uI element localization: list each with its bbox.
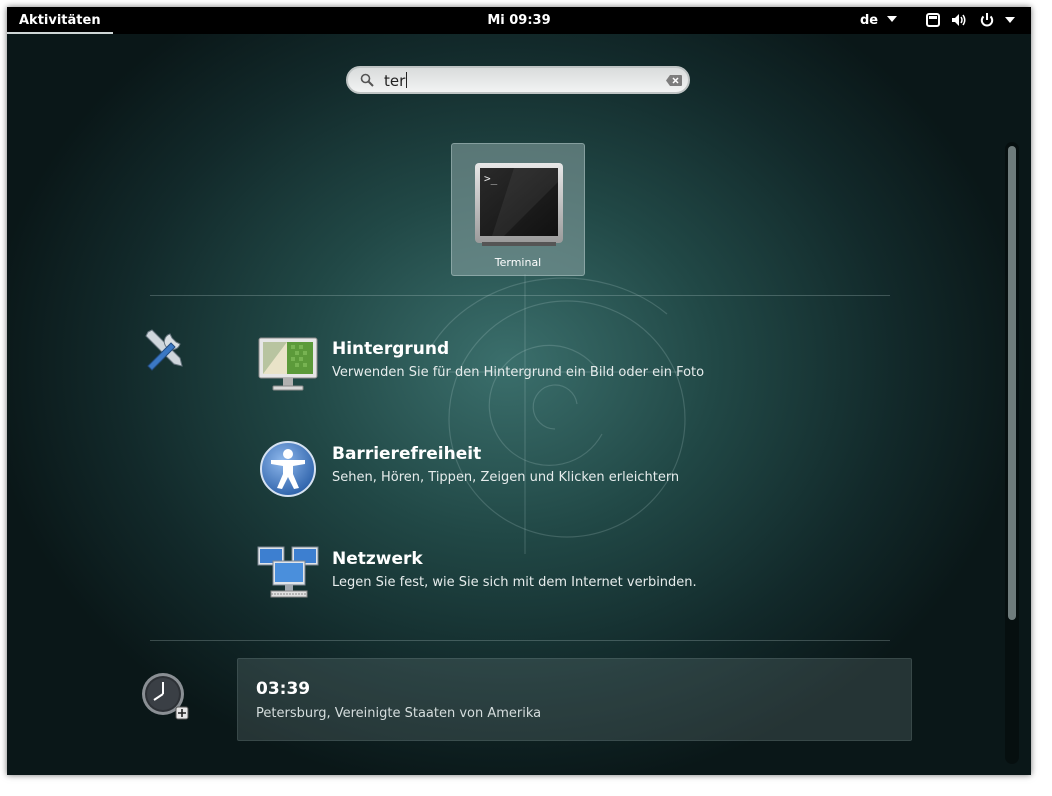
result-title: Hintergrund: [332, 339, 450, 359]
clock-label[interactable]: Mi 09:39: [487, 13, 550, 28]
wallpaper-swirl: [426, 274, 687, 554]
clock-result-place: Petersburg, Vereinigte Staaten von Ameri…: [256, 706, 542, 721]
svg-text:>_: >_: [484, 172, 498, 185]
search-icon: [360, 73, 374, 87]
volume-icon[interactable]: [951, 12, 967, 28]
settings-result-hintergrund[interactable]: Hintergrund Verwenden Sie für den Hinter…: [257, 329, 817, 399]
section-divider: [150, 640, 890, 641]
app-result-terminal[interactable]: >_ Terminal: [451, 143, 585, 276]
chevron-down-icon: [886, 16, 897, 22]
activities-overview: ter >_ Terminal Hintergrund Verwenden Si…: [7, 34, 1031, 775]
chevron-down-icon[interactable]: [1005, 16, 1015, 24]
settings-tools-icon[interactable]: [140, 324, 190, 374]
text-cursor: [406, 72, 408, 88]
settings-result-barrierefreiheit[interactable]: Barrierefreiheit Sehen, Hören, Tippen, Z…: [257, 434, 817, 504]
search-input-value: ter: [384, 72, 406, 90]
accessibility-icon: [260, 441, 316, 497]
result-description: Sehen, Hören, Tippen, Zeigen und Klicken…: [332, 470, 680, 485]
activities-button[interactable]: Aktivitäten: [7, 7, 113, 34]
app-result-label: Terminal: [494, 256, 542, 269]
keyboard-layout-menu[interactable]: de: [860, 7, 897, 34]
clock-icon[interactable]: [140, 671, 190, 721]
result-description: Legen Sie fest, wie Sie sich mit dem Int…: [332, 575, 697, 590]
result-description: Verwenden Sie für den Hintergrund ein Bi…: [332, 365, 705, 380]
section-divider: [150, 295, 890, 296]
clear-icon[interactable]: [666, 75, 682, 86]
window-icon[interactable]: [925, 12, 941, 28]
background-icon: [258, 337, 318, 391]
result-title: Netzwerk: [332, 549, 423, 569]
result-title: Barrierefreiheit: [332, 444, 482, 464]
terminal-icon: >_: [475, 163, 563, 246]
clock-result-time: 03:39: [256, 679, 311, 699]
search-field[interactable]: ter: [346, 66, 690, 94]
top-bar: Aktivitäten Mi 09:39 de: [7, 7, 1031, 34]
screen: Aktivitäten Mi 09:39 de ter >_ Terminal …: [7, 7, 1031, 775]
power-icon[interactable]: [979, 12, 995, 28]
settings-result-netzwerk[interactable]: Netzwerk Legen Sie fest, wie Sie sich mi…: [257, 539, 817, 609]
clock-result-petersburg[interactable]: 03:39 Petersburg, Vereinigte Staaten von…: [237, 658, 912, 741]
search-input[interactable]: ter: [384, 72, 408, 90]
results-scrollbar[interactable]: [1005, 142, 1019, 764]
network-icon: [257, 546, 319, 598]
scrollbar-thumb[interactable]: [1008, 146, 1016, 620]
keyboard-layout-label: de: [860, 13, 879, 28]
